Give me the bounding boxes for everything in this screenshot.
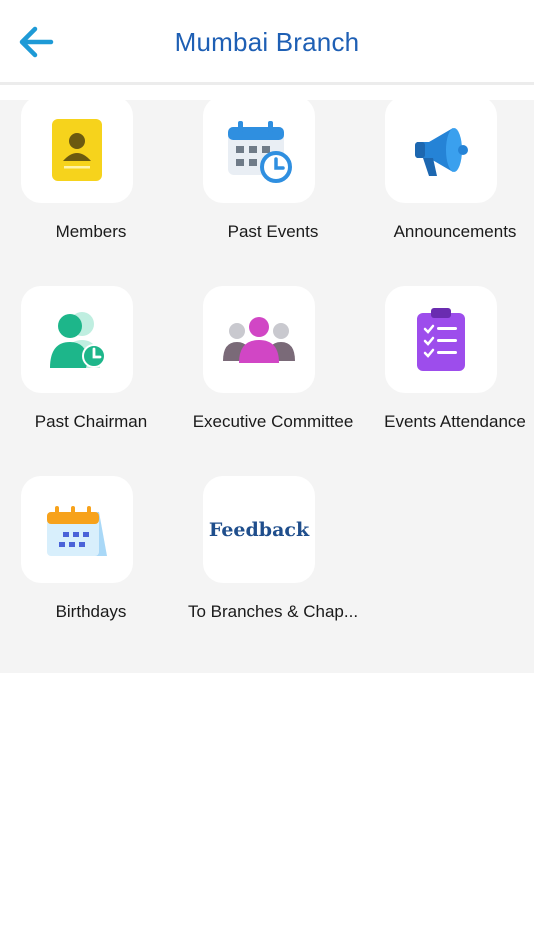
tile-icon-box (203, 286, 315, 393)
tile-icon-box (385, 286, 497, 393)
menu-tile-birthdays[interactable]: Birthdays (0, 476, 182, 646)
clipboard-checklist-icon (417, 307, 465, 371)
page-title: Mumbai Branch (174, 27, 360, 57)
menu-tile-events-attendance[interactable]: Events Attendance (364, 286, 534, 456)
member-id-card-icon (52, 118, 102, 181)
tile-label: Events Attendance (384, 412, 526, 431)
tile-icon-box (21, 96, 133, 203)
group-people-icon (223, 316, 295, 363)
person-clock-icon (50, 311, 106, 368)
tile-icon-box (21, 476, 133, 583)
tile-label: To Branches & Chap... (187, 602, 359, 621)
menu-tile-members[interactable]: Members (0, 96, 182, 266)
calendar-clock-icon (228, 120, 292, 183)
tile-icon-box: Feedback (203, 476, 315, 583)
menu-tile-announcements[interactable]: Announcements (364, 96, 534, 266)
tile-icon-box (21, 286, 133, 393)
feedback-text-icon: Feedback (208, 518, 310, 541)
tile-icon-box (385, 96, 497, 203)
app-header: Mumbai Branch (0, 0, 534, 85)
menu-tile-executive-committee[interactable]: Executive Committee (182, 286, 364, 456)
menu-grid: Members Past Events Announcements Past C… (0, 96, 534, 673)
menu-tile-feedback[interactable]: Feedback To Branches & Chap... (182, 476, 364, 646)
megaphone-icon (415, 127, 468, 176)
menu-tile-past-events[interactable]: Past Events (182, 96, 364, 266)
tile-icon-box (203, 96, 315, 203)
birthday-calendar-icon (47, 505, 107, 556)
tile-label: Announcements (393, 222, 517, 241)
menu-tile-past-chairman[interactable]: Past Chairman (0, 286, 182, 456)
